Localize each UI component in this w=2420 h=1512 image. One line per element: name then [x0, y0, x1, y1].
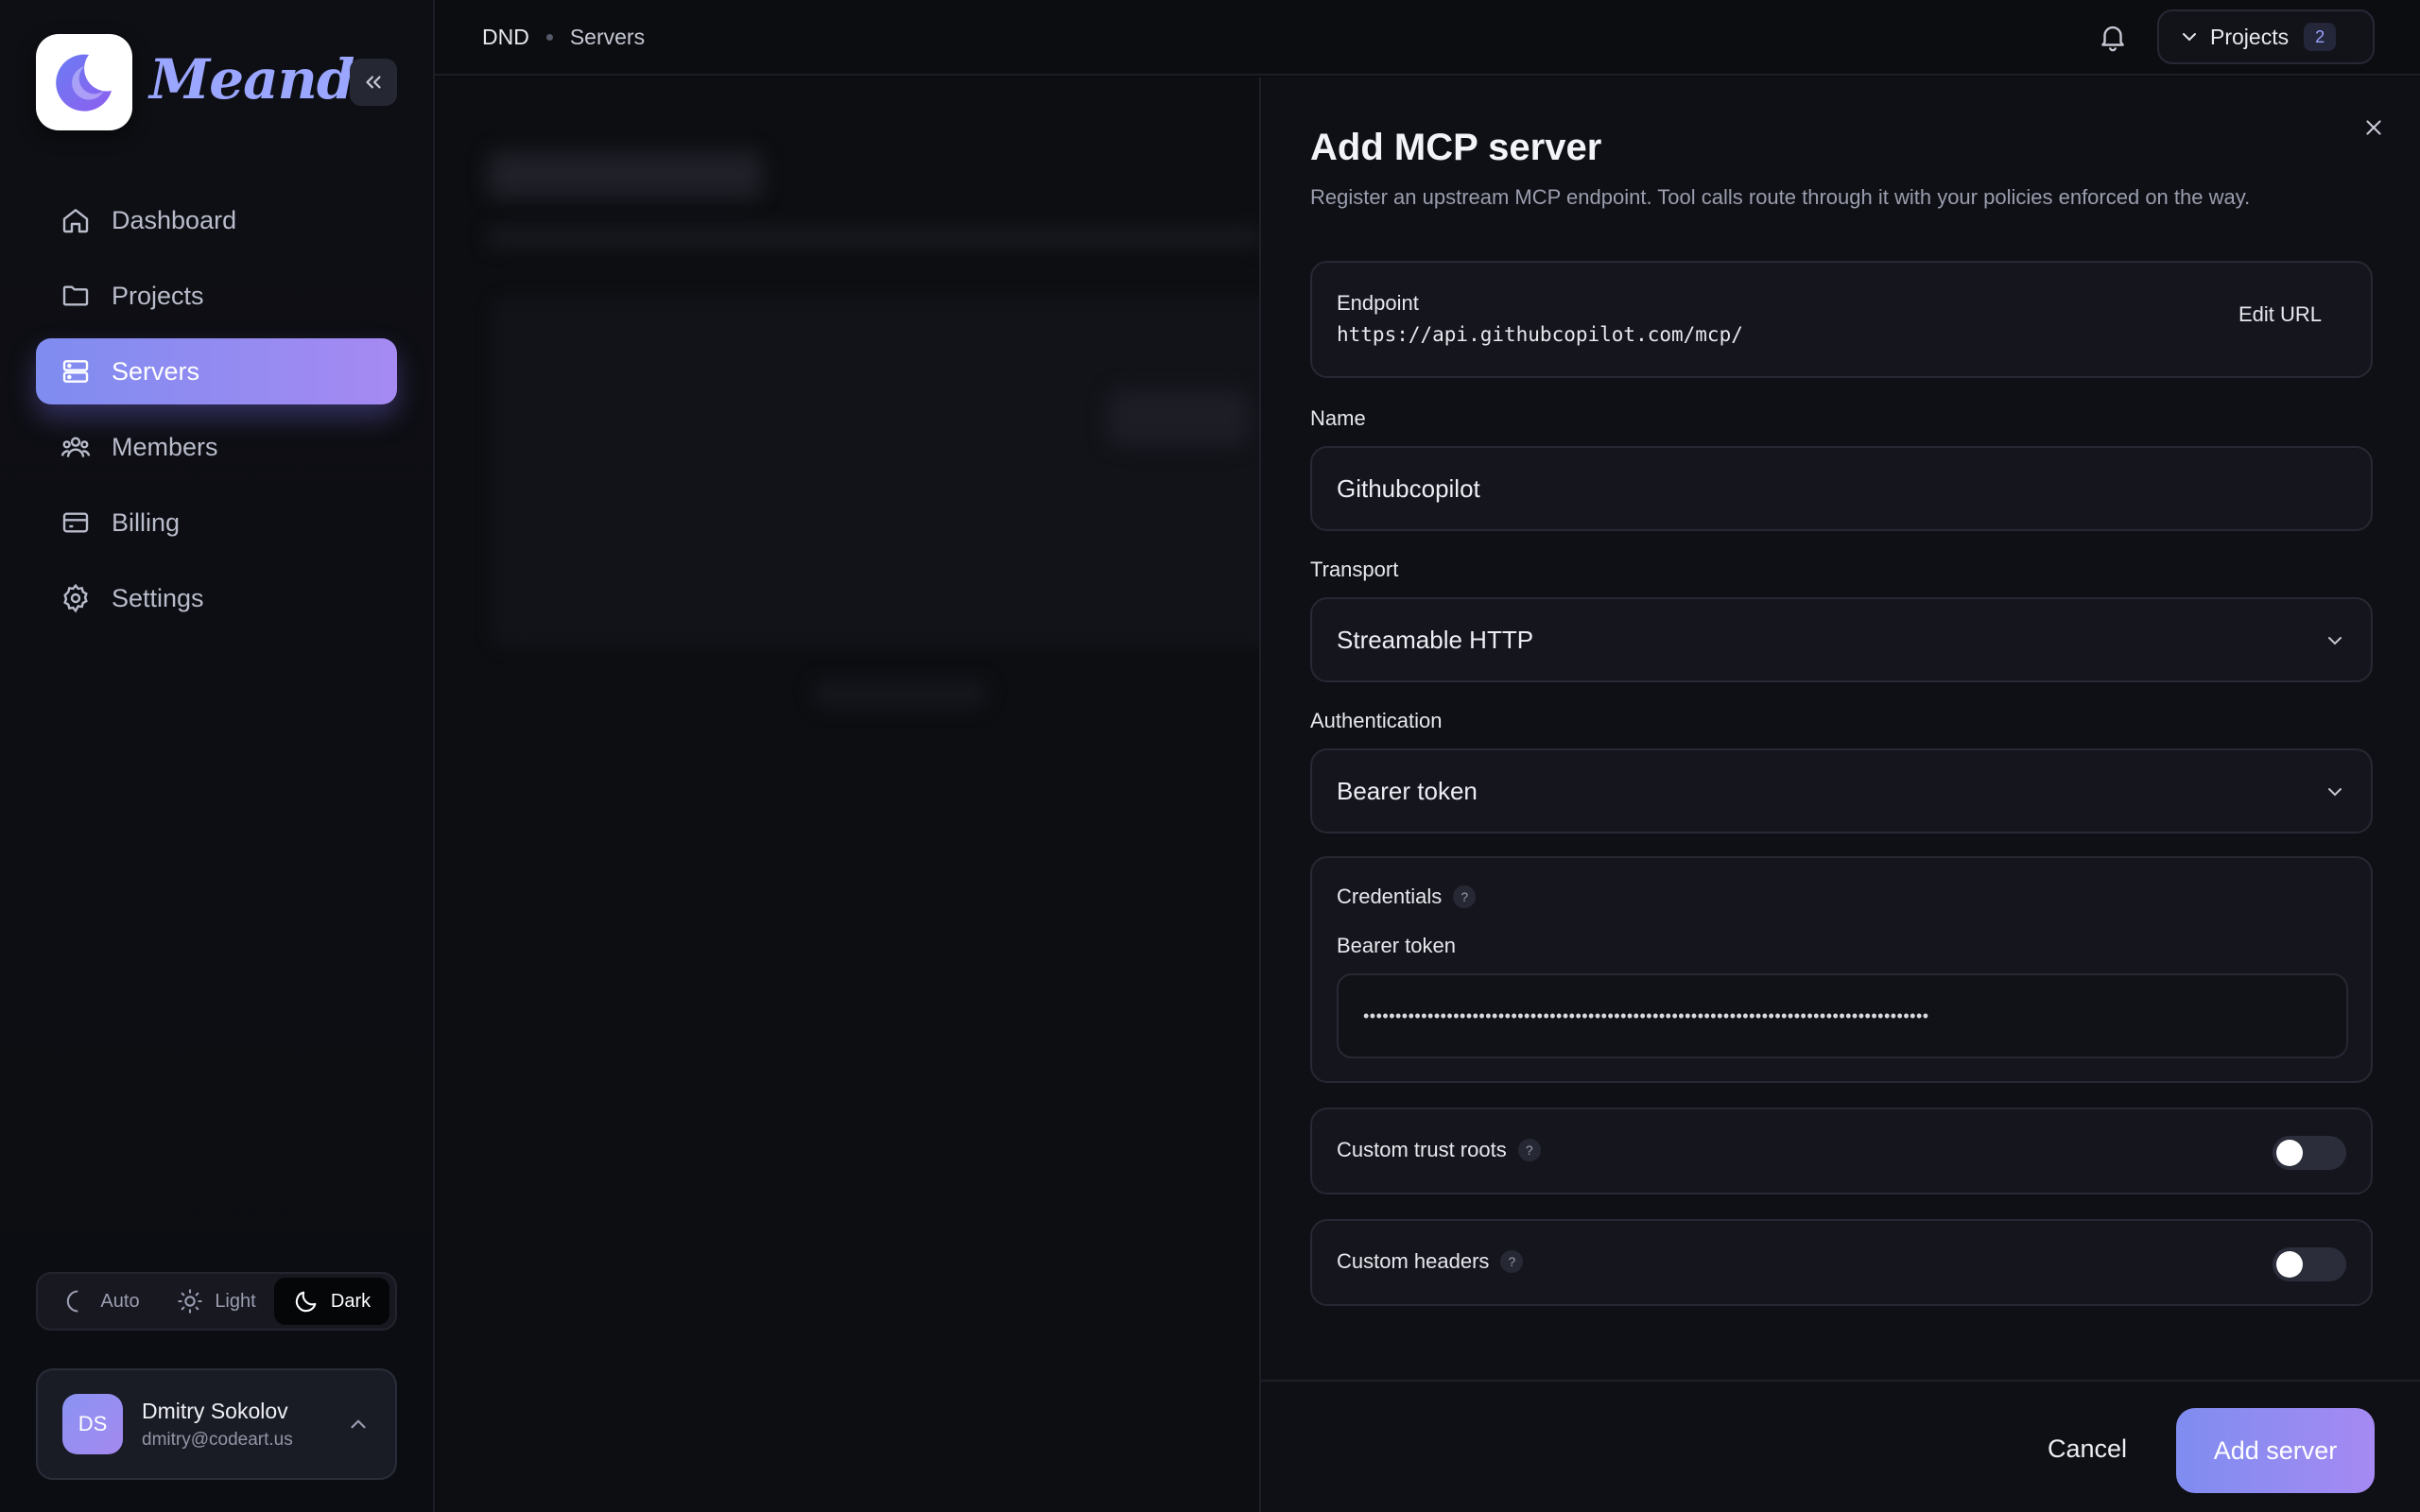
authentication-label: Authentication — [1310, 709, 1443, 732]
endpoint-card: Endpoint https://api.githubcopilot.com/m… — [1310, 261, 2373, 378]
name-label: Name — [1310, 406, 1366, 430]
close-button[interactable] — [2361, 115, 2386, 145]
moon-icon — [295, 1291, 317, 1313]
sidebar-item-label: Billing — [112, 507, 181, 537]
custom-headers-text: Custom headers — [1337, 1249, 1490, 1273]
theme-dark-option[interactable]: Dark — [274, 1278, 389, 1325]
user-email: dmitry@codeart.us — [142, 1429, 293, 1450]
theme-auto-option[interactable]: Auto — [43, 1278, 159, 1325]
custom-trust-roots-row: Custom trust roots ? — [1310, 1108, 2373, 1194]
notifications-button[interactable] — [2097, 21, 2129, 58]
chevrons-left-icon — [366, 76, 381, 89]
bell-icon — [2101, 26, 2124, 52]
brand-name: Meandr — [149, 47, 383, 112]
blurred-button — [1108, 389, 1250, 446]
topbar: DND Servers Projects 2 — [435, 0, 2420, 76]
sidebar-item-dashboard[interactable]: Dashboard — [36, 187, 397, 253]
blurred-title — [488, 151, 762, 198]
help-icon[interactable]: ? — [1453, 885, 1477, 908]
credentials-title: Credentials ? — [1337, 885, 1477, 909]
breadcrumb: DND Servers — [482, 25, 645, 50]
add-mcp-server-panel: Add MCP server Register an upstream MCP … — [1259, 77, 2420, 1512]
projects-dropdown[interactable]: Projects 2 — [2157, 9, 2375, 64]
credentials-title-text: Credentials — [1337, 885, 1443, 908]
sidebar-item-label: Servers — [112, 356, 200, 386]
sidebar-item-servers[interactable]: Servers — [36, 338, 397, 404]
moon-logo-icon — [56, 54, 112, 112]
blurred-page-content — [437, 77, 1259, 1512]
add-server-button[interactable]: Add server — [2176, 1408, 2375, 1493]
projects-label: Projects — [2210, 24, 2290, 49]
blurred-subtitle — [488, 229, 1259, 246]
custom-trust-roots-label: Custom trust roots ? — [1337, 1138, 1541, 1162]
sidebar-item-label: Projects — [112, 281, 204, 310]
close-icon — [2366, 120, 2381, 135]
chevron-up-icon — [351, 1419, 366, 1429]
help-icon[interactable]: ? — [1500, 1250, 1524, 1273]
endpoint-label: Endpoint — [1337, 291, 1419, 315]
users-icon — [60, 437, 91, 457]
authentication-value: Bearer token — [1337, 776, 1478, 805]
gear-icon — [63, 583, 88, 613]
home-icon — [62, 209, 89, 233]
sidebar: Meandr Dashboard Projects Servers Member… — [0, 0, 435, 1512]
breadcrumb-separator — [545, 34, 553, 41]
theme-switcher: Auto Light Dark — [36, 1272, 397, 1331]
sidebar-item-projects[interactable]: Projects — [36, 263, 397, 329]
authentication-select[interactable]: Bearer token — [1310, 748, 2373, 833]
custom-headers-toggle[interactable] — [2273, 1247, 2346, 1281]
cancel-button[interactable]: Cancel — [2048, 1435, 2127, 1464]
transport-select[interactable]: Streamable HTTP — [1310, 597, 2373, 682]
chevron-down-icon — [2328, 788, 2342, 797]
custom-headers-label: Custom headers ? — [1337, 1249, 1524, 1274]
sidebar-item-members[interactable]: Members — [36, 414, 397, 480]
toggle-knob — [2276, 1251, 2303, 1278]
bearer-token-input[interactable]: ••••••••••••••••••••••••••••••••••••••••… — [1337, 973, 2348, 1058]
credentials-card: Credentials ? Bearer token •••••••••••••… — [1310, 856, 2373, 1083]
endpoint-url: https://api.githubcopilot.com/mcp/ — [1337, 323, 1743, 346]
user-menu[interactable]: DS Dmitry Sokolov dmitry@codeart.us — [36, 1368, 397, 1480]
blurred-footer — [815, 682, 985, 705]
chevron-down-icon — [2183, 33, 2196, 42]
theme-dark-label: Dark — [330, 1290, 372, 1312]
sidebar-nav: Dashboard Projects Servers Members Billi… — [36, 187, 397, 641]
sidebar-item-settings[interactable]: Settings — [36, 565, 397, 631]
folder-icon — [62, 285, 89, 306]
user-name: Dmitry Sokolov — [142, 1398, 288, 1423]
transport-label: Transport — [1310, 558, 1399, 581]
sun-icon — [178, 1289, 203, 1314]
server-icon — [62, 360, 89, 383]
toggle-knob — [2276, 1140, 2303, 1166]
panel-description: Register an upstream MCP endpoint. Tool … — [1310, 185, 2251, 209]
projects-count-badge: 2 — [2304, 23, 2337, 51]
theme-light-label: Light — [215, 1290, 256, 1312]
panel-footer: Cancel Add server — [1261, 1380, 2420, 1512]
bearer-token-label: Bearer token — [1337, 934, 1456, 957]
sidebar-item-billing[interactable]: Billing — [36, 490, 397, 556]
sidebar-item-label: Members — [112, 432, 218, 461]
transport-value: Streamable HTTP — [1337, 625, 1534, 654]
help-icon[interactable]: ? — [1517, 1139, 1541, 1161]
theme-light-option[interactable]: Light — [159, 1278, 274, 1325]
collapse-sidebar-button[interactable] — [350, 59, 397, 106]
card-icon — [62, 512, 89, 533]
name-input[interactable]: Githubcopilot — [1310, 446, 2373, 531]
panel-title: Add MCP server — [1310, 127, 1602, 168]
breadcrumb-root[interactable]: DND — [482, 25, 529, 50]
half-moon-icon — [67, 1290, 78, 1313]
theme-auto-label: Auto — [100, 1290, 140, 1312]
logo[interactable] — [36, 34, 132, 130]
sidebar-item-label: Dashboard — [112, 205, 237, 234]
blurred-card — [492, 297, 1259, 648]
custom-headers-row: Custom headers ? — [1310, 1219, 2373, 1306]
custom-trust-roots-toggle[interactable] — [2273, 1136, 2346, 1170]
sidebar-item-label: Settings — [112, 583, 204, 612]
edit-url-button[interactable]: Edit URL — [2238, 302, 2322, 327]
chevron-down-icon — [2328, 637, 2342, 645]
custom-trust-roots-text: Custom trust roots — [1337, 1138, 1507, 1161]
avatar: DS — [62, 1394, 123, 1454]
breadcrumb-current: Servers — [569, 25, 646, 49]
